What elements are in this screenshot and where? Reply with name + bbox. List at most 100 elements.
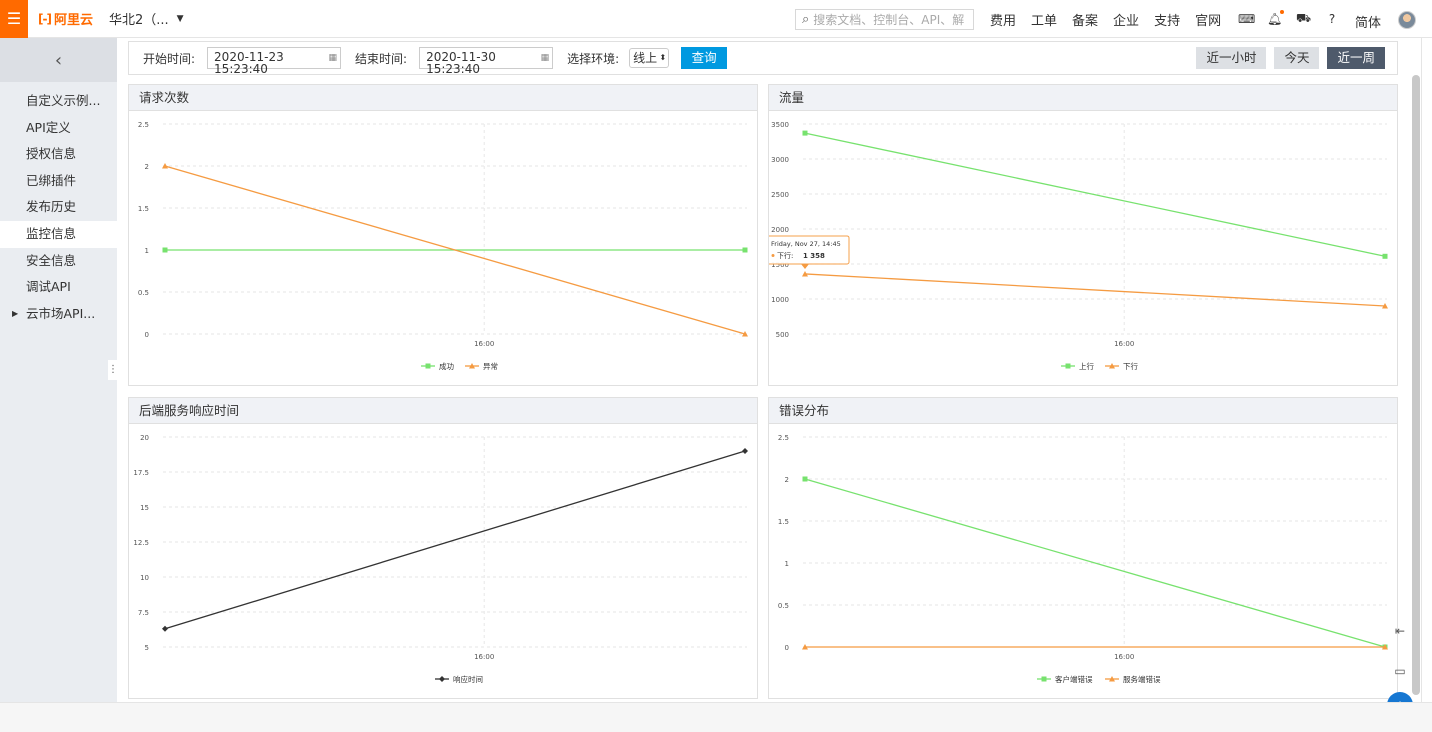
end-time-value: 2020-11-30 15:23:40: [426, 50, 496, 76]
y-tick-label: 2.5: [778, 434, 789, 442]
brand-name: 阿里云: [53, 13, 93, 28]
y-tick-label: 5: [145, 644, 149, 652]
chart-title: 错误分布: [769, 398, 1397, 424]
chart-panel-requests: 请求次数 0 0.5 1 1.5 2 2.5 16:00 成功 异常: [128, 84, 758, 386]
tooltip-date: Friday, Nov 27, 14:45: [771, 240, 841, 248]
legend-label: 响应时间: [453, 674, 483, 684]
hamburger-menu-icon[interactable]: ☰: [0, 0, 28, 38]
start-time-label: 开始时间:: [143, 51, 196, 66]
calendar-icon: ▦: [328, 53, 338, 63]
data-point: [162, 247, 168, 253]
nav-link-icp[interactable]: 备案: [1072, 10, 1098, 29]
sidebar: ‹ 自定义示例... API定义 授权信息 已绑插件 发布历史 监控信息 安全信…: [0, 38, 117, 702]
traffic-chart: 50010001500200025003000350016:00上行 下行Frid…: [769, 121, 1388, 371]
data-point: [802, 476, 808, 482]
chart-title: 流量: [769, 85, 1397, 111]
y-tick-label: 15: [140, 504, 149, 512]
range-today-button[interactable]: 今天: [1274, 47, 1320, 69]
tooltip-pointer: [801, 263, 809, 269]
nav-link-tickets[interactable]: 工单: [1031, 10, 1057, 29]
start-time-input[interactable]: 2020-11-23 15:23:40 ▦: [207, 47, 342, 75]
nav-link-fees[interactable]: 费用: [990, 10, 1016, 29]
terminal-icon[interactable]: ⌨: [1238, 12, 1255, 26]
tooltip-series: 下行:: [777, 251, 793, 260]
sidebar-item-bound-plugins[interactable]: 已绑插件: [0, 168, 117, 195]
end-time-input[interactable]: 2020-11-30 15:23:40 ▦: [419, 47, 554, 75]
y-tick-label: 10: [140, 574, 149, 582]
feedback-icon[interactable]: ▭: [1391, 662, 1409, 680]
sidebar-item-custom-examples[interactable]: 自定义示例...: [0, 88, 117, 115]
y-tick-label: 1.5: [778, 518, 789, 526]
start-time-value: 2020-11-23 15:23:40: [214, 50, 284, 76]
region-selector[interactable]: 华北2（... ▼: [109, 9, 184, 28]
aliyun-logo[interactable]: [-] 阿里云: [38, 9, 93, 29]
errors-chart: 0 0.5 1 1.5 2 2.5 16:00 客户端错误 服务端错误: [778, 434, 1388, 684]
avatar[interactable]: [1398, 11, 1416, 29]
chart-title: 后端服务响应时间: [129, 398, 757, 424]
search-placeholder: 搜索文档、控制台、API、解: [813, 13, 965, 27]
legend-marker: [439, 676, 445, 682]
y-tick-label: 7.5: [138, 609, 149, 617]
sidebar-item-debug-api[interactable]: 调试API: [0, 274, 117, 301]
y-tick-label: 2: [145, 163, 149, 171]
range-buttons: 近一小时 今天 近一周: [1188, 47, 1385, 69]
query-button[interactable]: 查询: [681, 47, 728, 69]
series-line: [164, 450, 746, 630]
x-tick-label: 16:00: [474, 340, 494, 348]
chart-tooltip: Friday, Nov 27, 14:45 下行: 1 358: [769, 235, 850, 269]
y-tick-label: 0: [785, 644, 789, 652]
cart-icon[interactable]: ⛟: [1296, 11, 1311, 27]
x-tick-label: 16:00: [1114, 653, 1134, 661]
updown-icon: ⬍: [659, 53, 667, 62]
chart-panel-response-time: 后端服务响应时间 5 7.5 10 12.5 15 17.5 20 16:00 响应时间: [128, 397, 758, 699]
bottom-bar: [0, 702, 1432, 732]
legend-label: 下行: [1123, 361, 1139, 371]
tooltip-dot: [771, 253, 775, 257]
tooltip-value: 1 358: [803, 252, 825, 260]
y-tick-label: 2: [785, 476, 789, 484]
y-tick-label: 2.5: [138, 121, 149, 129]
nav-link-website[interactable]: 官网: [1195, 10, 1221, 29]
filter-bar: 开始时间: 2020-11-23 15:23:40 ▦ 结束时间: 2020-1…: [128, 41, 1398, 75]
top-nav-icons: ⌨ 🔔︎ ⛟ ?: [1238, 0, 1354, 38]
sidebar-item-monitoring[interactable]: 监控信息: [0, 220, 117, 248]
x-tick-label: 16:00: [1114, 340, 1134, 348]
scrollbar[interactable]: [1412, 75, 1420, 695]
bell-icon[interactable]: 🔔︎: [1267, 10, 1284, 26]
requests-chart: 0 0.5 1 1.5 2 2.5 16:00 成功 异常: [138, 121, 748, 371]
sidebar-item-publish-history[interactable]: 发布历史: [0, 194, 117, 221]
aliyun-logo-icon: [-]: [38, 11, 52, 26]
y-tick-label: 1000: [771, 296, 789, 304]
calendar-icon: ▦: [540, 53, 550, 63]
search-input[interactable]: ⌕ 搜索文档、控制台、API、解: [795, 9, 974, 30]
right-edge-strip: [1421, 38, 1432, 702]
range-last-hour-button[interactable]: 近一小时: [1196, 47, 1267, 69]
caret-down-icon: ▼: [176, 13, 184, 24]
data-point: [1382, 253, 1388, 259]
range-last-week-button[interactable]: 近一周: [1327, 47, 1385, 69]
data-point: [742, 247, 748, 253]
search-icon: ⌕: [802, 12, 810, 27]
back-chevron-icon[interactable]: ‹: [0, 38, 117, 82]
sidebar-item-marketplace-api[interactable]: ▶ 云市场API...: [0, 301, 117, 328]
data-point: [162, 625, 168, 632]
language-switch[interactable]: 简体: [1355, 12, 1381, 31]
legend-marker: [425, 363, 431, 369]
env-label: 选择环境:: [567, 51, 620, 66]
sidebar-item-api-definition[interactable]: API定义: [0, 115, 117, 142]
env-select[interactable]: 线上 ⬍: [629, 48, 670, 68]
nav-link-support[interactable]: 支持: [1154, 10, 1180, 29]
region-label: 华北2（...: [108, 13, 169, 28]
y-tick-label: 3000: [771, 156, 789, 164]
series-line: [804, 273, 1386, 307]
y-tick-label: 0.5: [778, 602, 789, 610]
sidebar-item-security[interactable]: 安全信息: [0, 248, 117, 275]
help-icon[interactable]: ?: [1325, 12, 1339, 26]
env-value: 线上: [633, 51, 658, 65]
chart-title: 请求次数: [129, 85, 757, 111]
nav-link-enterprise[interactable]: 企业: [1113, 10, 1139, 29]
collapse-panel-icon[interactable]: ⇤: [1391, 622, 1409, 640]
y-tick-label: 0.5: [138, 289, 149, 297]
legend-label: 成功: [439, 361, 454, 371]
sidebar-item-auth-info[interactable]: 授权信息: [0, 141, 117, 168]
